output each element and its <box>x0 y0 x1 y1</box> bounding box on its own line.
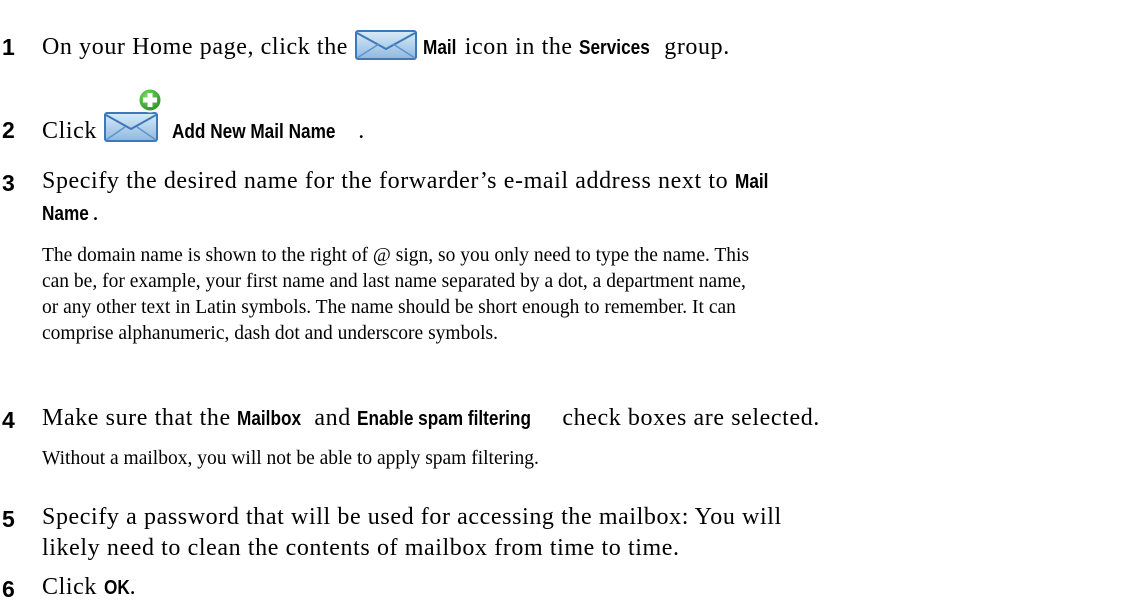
step-number: 1 <box>2 34 15 60</box>
mailbox-label: Mailbox <box>237 408 302 430</box>
step-text-part: . <box>358 118 365 144</box>
step-text-part: Click <box>42 574 97 600</box>
step-text: Make sure that the Mailbox and Enable sp… <box>42 403 1127 435</box>
note-line: comprise alphanumeric, dash dot and unde… <box>42 323 498 344</box>
note-line: can be, for example, your first name and… <box>42 271 746 292</box>
mail-name-label: Mail <box>734 171 769 193</box>
note-line: The domain name is shown to the right of… <box>42 245 750 266</box>
step-text-part: On your Home page, click the <box>42 34 349 60</box>
step-text: On your Home page, click the Mail icon i… <box>42 30 1127 69</box>
add-mail-name-icon <box>103 87 166 143</box>
enable-spam-filtering-label: Enable spam filtering <box>357 408 532 430</box>
note-line: Without a mailbox, you will not be able … <box>42 448 539 469</box>
note-line: or any other text in Latin symbols. The … <box>42 297 736 318</box>
step-number: 5 <box>2 506 15 532</box>
step-text: Specify a password that will be used for… <box>42 502 1127 564</box>
add-new-mail-name-label: Add New Mail Name <box>172 121 336 143</box>
step-text-part: Specify the desired name for the forward… <box>42 168 729 194</box>
mail-name-label: Name <box>42 203 89 225</box>
step-number: 2 <box>2 117 15 143</box>
step-text-line: likely need to clean the contents of mai… <box>42 535 680 561</box>
mail-label: Mail <box>423 37 457 59</box>
step-number: 6 <box>2 576 15 602</box>
step-text: Click Add New Mail Name . <box>42 87 1127 148</box>
step-text-part: Make sure that the <box>42 405 231 431</box>
step-text: Click OK. <box>42 572 1127 604</box>
step-text-part: group. <box>664 34 730 60</box>
step-text-line: Specify a password that will be used for… <box>42 504 782 530</box>
step-text-part: . <box>92 200 100 226</box>
mail-envelope-icon <box>354 30 417 69</box>
step-text-part: and <box>314 405 351 431</box>
step-number: 4 <box>2 407 15 433</box>
step-text-part: Click <box>42 118 97 144</box>
ok-label: OK <box>103 577 130 599</box>
step-note: The domain name is shown to the right of… <box>42 243 1112 347</box>
step-note: Without a mailbox, you will not be able … <box>42 446 1112 472</box>
step-number: 3 <box>2 170 15 196</box>
step-text: Specify the desired name for the forward… <box>42 166 1127 230</box>
step-text-part: check boxes are selected. <box>562 405 820 431</box>
step-text-part: . <box>129 574 137 600</box>
services-label: Services <box>579 37 651 59</box>
step-text-part: icon in the <box>464 34 573 60</box>
